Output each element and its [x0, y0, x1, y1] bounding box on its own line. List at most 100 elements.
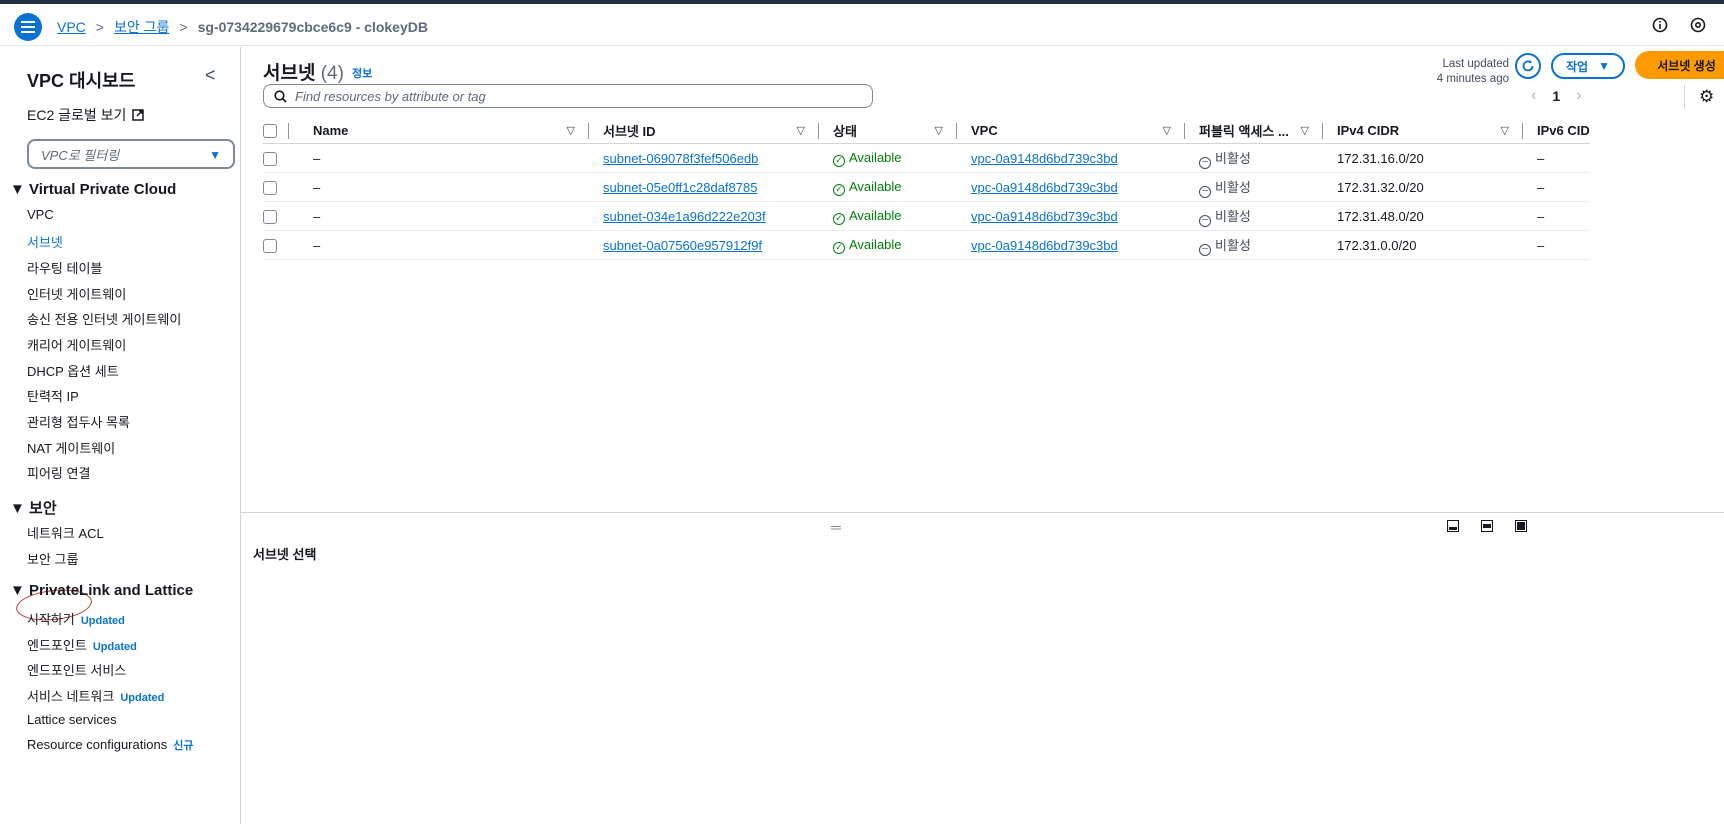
sidebar-title[interactable]: VPC 대시보드 — [27, 67, 135, 93]
select-all-checkbox[interactable] — [263, 123, 277, 138]
sidebar-item-subnets[interactable]: 서브넷 — [27, 232, 63, 251]
table-row[interactable]: – subnet-0a07560e957912f9f ✓ Available vp… — [263, 230, 1590, 260]
title-text: 서브넷 — [263, 63, 316, 84]
public-access-text: 비활성 — [1215, 179, 1251, 195]
status-text: Available — [849, 178, 902, 194]
section-virtual-private-cloud[interactable]: ▼ Virtual Private Cloud — [10, 181, 176, 198]
sort-icon: ▽ — [566, 124, 575, 137]
new-badge: 신규 — [173, 740, 194, 752]
sidebar-item-vpc[interactable]: VPC — [27, 207, 54, 222]
panel-bottom-icon[interactable] — [1447, 520, 1459, 532]
last-updated-label: Last updated — [1442, 58, 1509, 70]
actions-label: 작업 — [1566, 59, 1589, 74]
sidebar-item-endpoints[interactable]: 엔드포인트 Updated — [27, 635, 137, 654]
next-page-icon[interactable]: › — [1576, 87, 1581, 105]
table-row[interactable]: – subnet-034e1a96d222e203f ✓ Available vp… — [263, 201, 1590, 231]
sidebar-item-elastic-ip[interactable]: 탄력적 IP — [27, 386, 79, 405]
notification-icon[interactable] — [1690, 17, 1706, 36]
vpc-id-link[interactable]: vpc-0a9148d6bd739c3bd — [971, 151, 1118, 166]
info-link[interactable]: 정보 — [352, 65, 372, 81]
table-row[interactable]: – subnet-05e0ff1c28daf8785 ✓ Available vp… — [263, 172, 1590, 202]
sidebar: VPC 대시보드 < EC2 글로벌 보기 VPC로 필터링 ▼ ▼ Virtu… — [0, 47, 241, 824]
cell-ipv4: 172.31.32.0/20 — [1323, 172, 1523, 202]
sidebar-item-peering[interactable]: 피어링 연결 — [27, 463, 90, 482]
section-title: 보안 — [29, 500, 57, 517]
sidebar-item-nat-gateways[interactable]: NAT 게이트웨이 — [27, 438, 115, 457]
create-subnet-button[interactable]: 서브넷 생성 — [1635, 51, 1724, 79]
info-icon[interactable] — [1652, 17, 1668, 36]
item-label: Lattice services — [27, 712, 117, 727]
col-ipv4-cidr[interactable]: IPv4 CIDR ▽ — [1323, 117, 1523, 144]
search-input[interactable]: Find resources by attribute or tag — [263, 84, 873, 108]
sidebar-item-getting-started[interactable]: 시작하기 Updated — [27, 609, 125, 628]
panel-side-icon[interactable] — [1481, 520, 1493, 532]
vpc-id-link[interactable]: vpc-0a9148d6bd739c3bd — [971, 209, 1118, 224]
sidebar-item-internet-gateways[interactable]: 인터넷 게이트웨이 — [27, 284, 126, 303]
breadcrumb-current: sg-0734229679cbce6c9 - clokeyDB — [197, 19, 428, 35]
sidebar-item-endpoint-services[interactable]: 엔드포인트 서비스 — [27, 660, 126, 679]
prev-page-icon[interactable]: ‹ — [1531, 87, 1536, 105]
refresh-icon — [1522, 60, 1534, 72]
sidebar-item-prefix-lists[interactable]: 관리형 접두사 목록 — [27, 412, 130, 431]
breadcrumb-security-groups[interactable]: 보안 그룹 — [114, 17, 169, 37]
page-number[interactable]: 1 — [1552, 88, 1560, 104]
collapse-icon[interactable]: < — [205, 65, 216, 86]
subnet-id-link[interactable]: subnet-034e1a96d222e203f — [603, 209, 766, 224]
gear-icon[interactable]: ⚙ — [1699, 87, 1714, 107]
breadcrumb-vpc[interactable]: VPC — [57, 19, 86, 35]
menu-icon[interactable] — [14, 13, 42, 41]
col-vpc[interactable]: VPC ▽ — [957, 117, 1185, 144]
vpc-id-link[interactable]: vpc-0a9148d6bd739c3bd — [971, 238, 1118, 253]
col-name[interactable]: Name ▽ — [313, 117, 589, 144]
actions-button[interactable]: 작업 ▼ — [1551, 53, 1625, 79]
item-label: 엔드포인트 서비스 — [27, 663, 127, 678]
vpc-id-link[interactable]: vpc-0a9148d6bd739c3bd — [971, 180, 1118, 195]
cell-ipv6: – — [1523, 143, 1590, 173]
item-label: Resource configurations — [27, 737, 168, 752]
minus-circle-icon: – — [1199, 243, 1211, 256]
sidebar-item-carrier-gateways[interactable]: 캐리어 게이트웨이 — [27, 335, 126, 354]
row-checkbox[interactable] — [263, 151, 277, 166]
row-checkbox[interactable] — [263, 238, 277, 253]
sidebar-item-egress-only-gateways[interactable]: 송신 전용 인터넷 게이트웨이 — [27, 309, 181, 328]
subnet-id-link[interactable]: subnet-0a07560e957912f9f — [603, 238, 762, 253]
sidebar-item-network-acl[interactable]: 네트워크 ACL — [27, 523, 104, 542]
ec2-global-view-link[interactable]: EC2 글로벌 보기 — [27, 105, 145, 125]
col-label: VPC — [971, 122, 998, 138]
split-panel-controls — [1447, 520, 1527, 532]
divider — [1684, 85, 1685, 109]
panel-full-icon[interactable] — [1515, 520, 1527, 532]
updated-badge: Updated — [92, 641, 137, 653]
section-privatelink[interactable]: ▼ PrivateLink and Lattice — [10, 582, 193, 599]
minus-circle-icon: – — [1199, 156, 1211, 169]
subnet-id-link[interactable]: subnet-069078f3fef506edb — [603, 151, 758, 166]
row-checkbox[interactable] — [263, 209, 277, 224]
table-row[interactable]: – subnet-069078f3fef506edb ✓ Available vp… — [263, 143, 1590, 173]
col-status[interactable]: 상태 ▽ — [819, 117, 957, 144]
drag-handle-icon[interactable]: ═ — [831, 519, 841, 535]
sidebar-item-lattice-services[interactable]: Lattice services — [27, 712, 117, 727]
sidebar-item-resource-configurations[interactable]: Resource configurations 신규 — [27, 737, 193, 753]
cell-ipv4: 172.31.16.0/20 — [1323, 143, 1523, 173]
col-public-access[interactable]: 퍼블릭 액세스 ... ▽ — [1185, 117, 1323, 144]
sidebar-item-service-networks[interactable]: 서비스 네트워크 Updated — [27, 686, 164, 705]
subnet-id-link[interactable]: subnet-05e0ff1c28daf8785 — [603, 180, 757, 195]
col-ipv6-cidr[interactable]: IPv6 CID — [1523, 117, 1590, 144]
status-text: Available — [849, 207, 902, 223]
updated-badge: Updated — [120, 692, 165, 704]
public-access-text: 비활성 — [1215, 237, 1251, 253]
check-circle-icon: ✓ — [833, 241, 845, 254]
sidebar-item-dhcp-option-sets[interactable]: DHCP 옵션 세트 — [27, 361, 119, 380]
section-security[interactable]: ▼ 보안 — [10, 497, 57, 518]
cell-status: ✓ Available — [819, 230, 957, 260]
sidebar-item-route-tables[interactable]: 라우팅 테이블 — [27, 258, 102, 277]
sort-icon: ▽ — [1162, 124, 1171, 137]
sidebar-item-security-groups[interactable]: 보안 그룹 — [27, 549, 78, 568]
col-subnet-id[interactable]: 서브넷 ID ▽ — [589, 117, 819, 144]
row-checkbox[interactable] — [263, 180, 277, 195]
subnet-count: (4) — [320, 63, 344, 84]
vpc-filter-select[interactable]: VPC로 필터링 ▼ — [27, 139, 235, 169]
chevron-right-icon: > — [95, 19, 104, 35]
minus-circle-icon: – — [1199, 214, 1211, 227]
refresh-button[interactable] — [1515, 53, 1541, 79]
